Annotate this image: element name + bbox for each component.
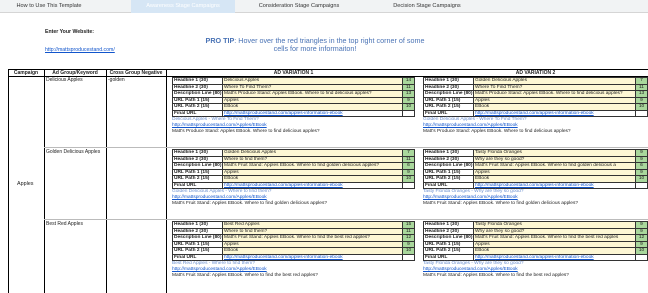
col-border (106, 69, 107, 293)
ad-field-row: Description Line (80) Matt's Fruit Stand:… (423, 234, 648, 242)
ad-block: Headline 1 (30) Best Red Apples 15 Headline… (172, 221, 415, 279)
ad-fields-table: Headline 1 (30) Delicious Apples 14 Headlin… (172, 77, 415, 117)
ad-field-row: Final URL http://mattsproducestand.com/ap… (172, 253, 415, 261)
website-label: Enter Your Website: (45, 29, 95, 35)
header-campaign: Campaign (13, 70, 39, 76)
pro-tip-text: : Hover over the red triangles in the to… (234, 36, 425, 53)
pro-tip-note: PRO TIP: Hover over the red triangles in… (205, 37, 425, 53)
col-border (166, 69, 167, 293)
ad-preview: Golden Delicious Apples - Where to find … (172, 189, 415, 207)
field-label-cell: Final URL (423, 181, 474, 189)
tab-label: Decision Stage Campaigns (393, 3, 461, 9)
field-label-cell: Final URL (423, 109, 474, 117)
ad-preview: Golden Delicious Apples - Where To Find … (423, 117, 648, 135)
field-label-cell: Description Line (80) (172, 90, 223, 98)
final-url-cell[interactable]: http://mattsproducestand.com/apples-info… (222, 253, 403, 261)
char-count-cell (635, 181, 648, 189)
char-count-cell (635, 109, 648, 117)
final-url-cell[interactable]: http://mattsproducestand.com/apples-info… (473, 109, 636, 117)
ad-fields-table: Headline 1 (30) Golden Delicious Apples 7 H… (172, 149, 415, 189)
field-value-cell[interactable]: Matt's Fruit Stand: Apples EBook. Where … (473, 162, 636, 170)
field-label-cell: Description Line (80) (172, 234, 223, 242)
ad-preview-description: Matt's Produce Stand: Apples EBook. Wher… (172, 129, 320, 134)
tab-label: How to Use This Template (16, 3, 82, 9)
tab-how-to-use[interactable]: How to Use This Template (0, 0, 98, 13)
header-ad-variation-1: AD VARIATION 1 (273, 70, 314, 76)
final-url-cell[interactable]: http://mattsproducestand.com/apples-info… (222, 181, 403, 189)
field-value-cell[interactable]: Matt's Produce Stand: Apples EBook. Wher… (473, 90, 636, 98)
ad-field-row: Final URL http://mattsproducestand.com/ap… (172, 109, 415, 117)
pro-tip-bold: PRO TIP (205, 36, 235, 45)
ad-fields-table: Headline 1 (30) Best Red Apples 15 Headline… (172, 221, 415, 261)
adgroup-keyword-cell[interactable]: Golden Delicious Apples (46, 149, 100, 155)
field-label-cell: Final URL (172, 253, 223, 261)
ad-field-row: Description Line (80) Matt's Fruit Stand:… (423, 162, 648, 170)
ad-preview-description: Matt's Fruit Stand: Apples EBook. Where … (172, 201, 328, 206)
group-separator (44, 219, 648, 220)
group-separator (44, 147, 648, 148)
tab-decision-stage[interactable]: Decision Stage Campaigns (373, 0, 481, 13)
char-count-cell (402, 109, 415, 117)
final-url-cell[interactable]: http://mattsproducestand.com/apples-info… (222, 109, 403, 117)
ad-block: Headline 1 (30) Delicious Apples 14 Headlin… (172, 77, 415, 135)
sheet-tab-bar: How to Use This Template Awareness Stage… (0, 0, 648, 13)
ad-field-row: Description Line (80) Matt's Fruit Stand:… (172, 162, 415, 170)
ad-field-row: Final URL http://mattsproducestand.com/ap… (423, 253, 648, 261)
negative-keyword-cell[interactable]: -golden (108, 77, 125, 83)
adgroup-keyword-cell[interactable]: Best Red Apples (46, 221, 83, 227)
header-ad-variation-2: AD VARIATION 2 (515, 70, 556, 76)
ad-preview-description: Matt's Fruit Stand: Apples EBook. Where … (423, 201, 579, 206)
ad-preview-description: Matt's Fruit Stand: Apples EBook. Where … (423, 273, 569, 278)
char-count-cell (402, 253, 415, 261)
final-url-cell[interactable]: http://mattsproducestand.com/apples-info… (473, 181, 636, 189)
field-label-cell: Description Line (80) (423, 234, 474, 242)
ad-preview: Tasty Florida Oranges - Why are they so … (423, 261, 648, 279)
ad-preview-description: Matt's Fruit Stand: Apples EBook. Where … (172, 273, 318, 278)
field-label-cell: Final URL (172, 181, 223, 189)
ad-field-row: Final URL http://mattsproducestand.com/ap… (423, 181, 648, 189)
ad-field-row: Final URL http://mattsproducestand.com/ap… (172, 181, 415, 189)
ad-preview-description: Matt's Produce Stand: Apples EBook. Wher… (423, 129, 571, 134)
ad-block: Headline 1 (30) Tasty Florida Oranges 9 Hea… (423, 149, 648, 207)
ad-block: Headline 1 (30) Golden Delicious Apples 7 H… (172, 149, 415, 207)
ad-fields-table: Headline 1 (30) Tasty Florida Oranges 9 Hea… (423, 221, 648, 261)
col-border (8, 69, 9, 293)
field-value-cell[interactable]: Matt's Fruit Stand: Apples EBook. Where … (473, 234, 636, 242)
ad-fields-table: Headline 1 (30) Tasty Florida Oranges 9 Hea… (423, 149, 648, 189)
tab-label: Awareness Stage Campaigns (146, 3, 220, 9)
ad-fields-table: Headline 1 (30) Golden Delicious Apples 7 H… (423, 77, 648, 117)
ad-block: Headline 1 (30) Tasty Florida Oranges 9 Hea… (423, 221, 648, 279)
ad-preview: Best Red Apples - Where to find them? htt… (172, 261, 415, 279)
field-label-cell: Description Line (80) (172, 162, 223, 170)
header-adgroup: Ad Group/Keyword (52, 70, 98, 76)
tab-label: Consideration Stage Campaigns (258, 3, 340, 9)
field-label-cell: Final URL (423, 253, 474, 261)
tab-consideration-stage[interactable]: Consideration Stage Campaigns (235, 0, 363, 13)
adgroup-keyword-cell[interactable]: Delicious Apples (46, 77, 83, 83)
char-count-cell (402, 181, 415, 189)
header-negative: Cross Group Negative (109, 70, 163, 76)
ad-field-row: Final URL http://mattsproducestand.com/ap… (423, 109, 648, 117)
field-value-cell[interactable]: Matt's Fruit Stand: Apples EBook. Where … (222, 162, 403, 170)
ad-preview: Tasty Florida Oranges - Why are they so … (423, 189, 648, 207)
ad-block: Headline 1 (30) Golden Delicious Apples 7 H… (423, 77, 648, 135)
tab-awareness-stage[interactable]: Awareness Stage Campaigns (131, 0, 235, 13)
col-border (44, 69, 45, 293)
ad-field-row: Description Line (80) Matt's Produce Stan… (423, 90, 648, 98)
field-label-cell: Description Line (80) (423, 162, 474, 170)
char-count-cell (635, 253, 648, 261)
ad-preview: Delicious Apples - Where To Find Them? ht… (172, 117, 415, 135)
field-label-cell: Final URL (172, 109, 223, 117)
campaign-name-cell[interactable]: Apples (17, 181, 33, 187)
field-label-cell: Description Line (80) (423, 90, 474, 98)
website-url-cell[interactable]: http://mattsproducestand.com/ (45, 47, 115, 53)
final-url-cell[interactable]: http://mattsproducestand.com/apples-info… (473, 253, 636, 261)
